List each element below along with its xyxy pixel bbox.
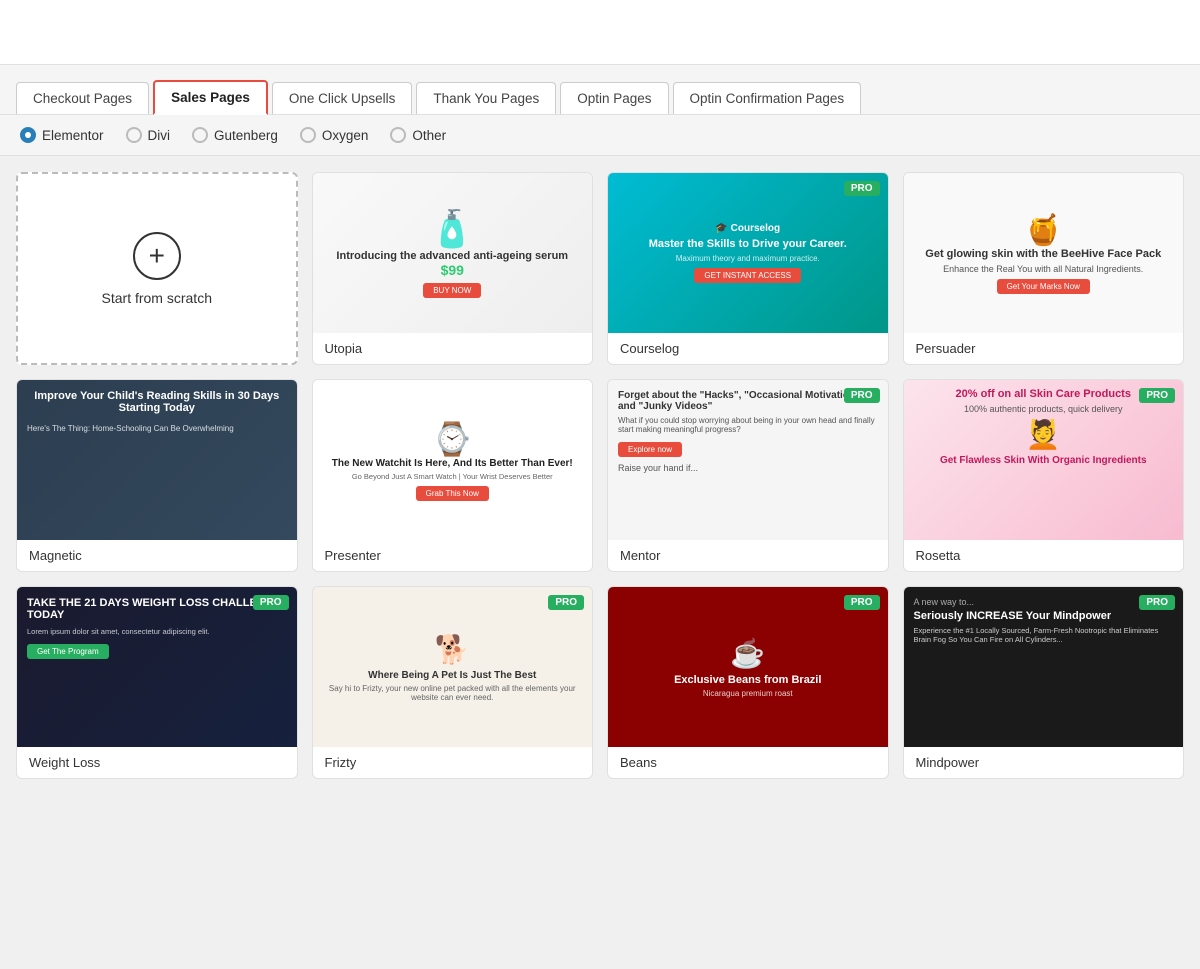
card-name-weightloss: Weight Loss (17, 747, 297, 778)
card-name-utopia: Utopia (313, 333, 593, 364)
card-thumb-wrap: 🐕 Where Being A Pet Is Just The Best Say… (313, 587, 593, 747)
template-card-beans[interactable]: ☕ Exclusive Beans from Brazil Nicaragua … (607, 586, 889, 779)
thumb-magnetic: Improve Your Child's Reading Skills in 3… (17, 380, 297, 540)
pro-badge-beans: PRO (844, 595, 880, 610)
card-thumb-wrap: Forget about the "Hacks", "Occasional Mo… (608, 380, 888, 540)
pro-badge-weightloss: PRO (253, 595, 289, 610)
card-thumb-wrap: TAKE THE 21 DAYS WEIGHT LOSS CHALLENGE T… (17, 587, 297, 747)
card-name-mindpower: Mindpower (904, 747, 1184, 778)
radio-label-gutenberg: Gutenberg (214, 128, 278, 143)
builder-radio-bar: Elementor Divi Gutenberg Oxygen Other (0, 115, 1200, 156)
thumb-rosetta: 20% off on all Skin Care Products 100% a… (904, 380, 1184, 540)
radio-divi[interactable]: Divi (126, 127, 171, 143)
card-name-mentor: Mentor (608, 540, 888, 571)
radio-circle-gutenberg (192, 127, 208, 143)
template-card-mentor[interactable]: Forget about the "Hacks", "Occasional Mo… (607, 379, 889, 572)
tab-checkout[interactable]: Checkout Pages (16, 82, 149, 114)
thumb-mindpower: A new way to... Seriously INCREASE Your … (904, 587, 1184, 747)
tab-one-click[interactable]: One Click Upsells (272, 82, 413, 114)
radio-elementor[interactable]: Elementor (20, 127, 104, 143)
pro-badge-rosetta: PRO (1139, 388, 1175, 403)
radio-circle-other (390, 127, 406, 143)
radio-circle-elementor (20, 127, 36, 143)
card-thumb-wrap: ☕ Exclusive Beans from Brazil Nicaragua … (608, 587, 888, 747)
template-card-frizty[interactable]: 🐕 Where Being A Pet Is Just The Best Say… (312, 586, 594, 779)
scratch-label: Start from scratch (102, 290, 212, 306)
template-card-courselog[interactable]: 🎓 Courselog Master the Skills to Drive y… (607, 172, 889, 365)
pro-badge-frizty: PRO (548, 595, 584, 610)
scratch-card[interactable]: + Start from scratch (16, 172, 298, 365)
tab-sales[interactable]: Sales Pages (153, 80, 268, 115)
card-name-rosetta: Rosetta (904, 540, 1184, 571)
thumb-weightloss: TAKE THE 21 DAYS WEIGHT LOSS CHALLENGE T… (17, 587, 297, 747)
thumb-mentor: Forget about the "Hacks", "Occasional Mo… (608, 380, 888, 540)
radio-circle-divi (126, 127, 142, 143)
radio-label-divi: Divi (148, 128, 171, 143)
card-thumb-wrap: Improve Your Child's Reading Skills in 3… (17, 380, 297, 540)
tab-optin-confirm[interactable]: Optin Confirmation Pages (673, 82, 862, 114)
card-name-courselog: Courselog (608, 333, 888, 364)
radio-circle-oxygen (300, 127, 316, 143)
template-card-persuader[interactable]: 🍯 Get glowing skin with the BeeHive Face… (903, 172, 1185, 365)
card-thumb-wrap: 🍯 Get glowing skin with the BeeHive Face… (904, 173, 1184, 333)
thumb-frizty: 🐕 Where Being A Pet Is Just The Best Say… (313, 587, 593, 747)
tabs-bar: Checkout PagesSales PagesOne Click Upsel… (0, 65, 1200, 115)
card-name-beans: Beans (608, 747, 888, 778)
template-card-magnetic[interactable]: Improve Your Child's Reading Skills in 3… (16, 379, 298, 572)
thumb-courselog: 🎓 Courselog Master the Skills to Drive y… (608, 173, 888, 333)
template-grid-wrap: + Start from scratch 🧴 Introducing the a… (0, 156, 1200, 969)
card-name-presenter: Presenter (313, 540, 593, 571)
modal-header (0, 0, 1200, 65)
template-card-rosetta[interactable]: 20% off on all Skin Care Products 100% a… (903, 379, 1185, 572)
close-button[interactable] (24, 18, 52, 46)
thumb-beans: ☕ Exclusive Beans from Brazil Nicaragua … (608, 587, 888, 747)
thumb-utopia: 🧴 Introducing the advanced anti-ageing s… (313, 173, 593, 333)
template-card-presenter[interactable]: ⌚ The New Watchit Is Here, And Its Bette… (312, 379, 594, 572)
card-thumb-wrap: 🧴 Introducing the advanced anti-ageing s… (313, 173, 593, 333)
thumb-presenter: ⌚ The New Watchit Is Here, And Its Bette… (313, 380, 593, 540)
template-card-mindpower[interactable]: A new way to... Seriously INCREASE Your … (903, 586, 1185, 779)
template-card-utopia[interactable]: 🧴 Introducing the advanced anti-ageing s… (312, 172, 594, 365)
template-grid: + Start from scratch 🧴 Introducing the a… (0, 156, 1200, 795)
thumb-persuader: 🍯 Get glowing skin with the BeeHive Face… (904, 173, 1184, 333)
card-thumb-wrap: A new way to... Seriously INCREASE Your … (904, 587, 1184, 747)
radio-other[interactable]: Other (390, 127, 446, 143)
plus-icon: + (133, 232, 181, 280)
pro-badge-mindpower: PRO (1139, 595, 1175, 610)
radio-oxygen[interactable]: Oxygen (300, 127, 369, 143)
card-name-frizty: Frizty (313, 747, 593, 778)
tab-optin[interactable]: Optin Pages (560, 82, 668, 114)
card-thumb-wrap: 20% off on all Skin Care Products 100% a… (904, 380, 1184, 540)
pro-badge-mentor: PRO (844, 388, 880, 403)
radio-gutenberg[interactable]: Gutenberg (192, 127, 278, 143)
card-name-magnetic: Magnetic (17, 540, 297, 571)
radio-label-elementor: Elementor (42, 128, 104, 143)
radio-label-oxygen: Oxygen (322, 128, 369, 143)
template-card-weightloss[interactable]: TAKE THE 21 DAYS WEIGHT LOSS CHALLENGE T… (16, 586, 298, 779)
card-thumb-wrap: ⌚ The New Watchit Is Here, And Its Bette… (313, 380, 593, 540)
tab-thankyou[interactable]: Thank You Pages (416, 82, 556, 114)
radio-label-other: Other (412, 128, 446, 143)
pro-badge-courselog: PRO (844, 181, 880, 196)
card-name-persuader: Persuader (904, 333, 1184, 364)
card-thumb-wrap: 🎓 Courselog Master the Skills to Drive y… (608, 173, 888, 333)
